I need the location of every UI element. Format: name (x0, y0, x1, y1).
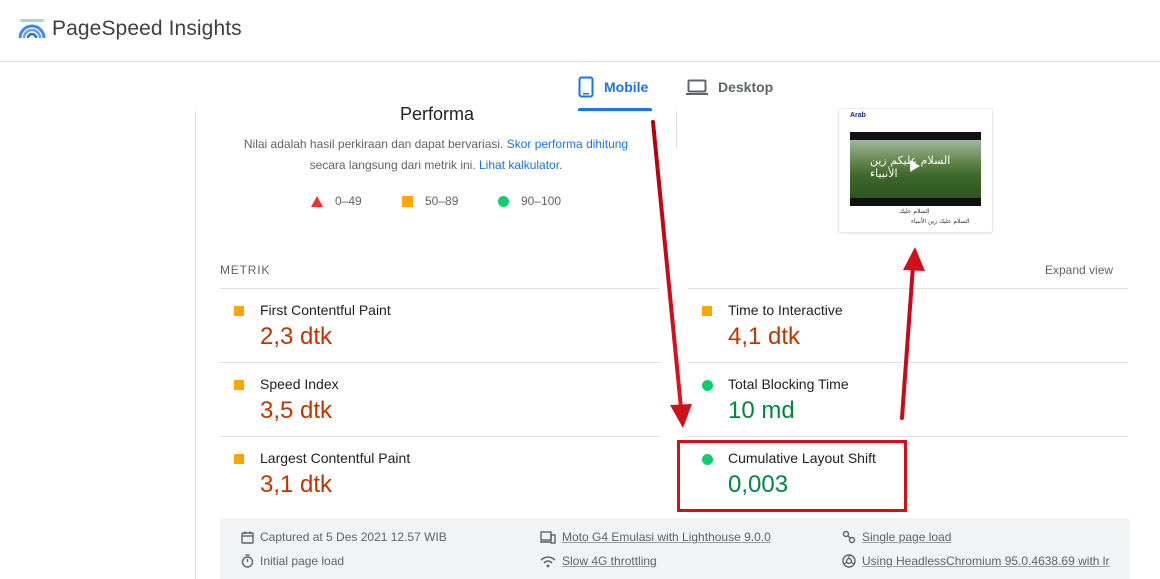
wifi-icon (540, 555, 556, 567)
session-icon (842, 530, 856, 544)
metric-value: 3,5 dtk (260, 397, 333, 424)
timer-icon (241, 554, 254, 568)
score-calculation-link[interactable]: Skor performa dihitung (507, 137, 628, 151)
circle-icon (498, 195, 509, 207)
laptop-icon (686, 79, 708, 96)
app-title: PageSpeed Insights (52, 17, 242, 40)
legend-fail: 0–49 (311, 194, 362, 208)
average-square-icon (234, 454, 244, 464)
pagespeed-logo-icon (18, 19, 46, 39)
expand-view-button[interactable]: Expand view (1045, 263, 1113, 277)
average-square-icon (702, 306, 712, 316)
smartphone-icon (578, 76, 594, 98)
metric-total-blocking-time: Total Blocking Time 10 md (688, 362, 1128, 436)
metric-value: 10 md (728, 397, 795, 424)
device-info[interactable]: Moto G4 Emulasi with Lighthouse 9.0.0 (540, 530, 771, 544)
column-divider (676, 111, 677, 149)
screenshot-caption: السلام عليك (899, 208, 930, 215)
metric-largest-contentful-paint: Largest Contentful Paint 3,1 dtk (220, 436, 660, 510)
metric-value: 2,3 dtk (260, 323, 333, 350)
devices-icon (540, 530, 556, 544)
annotation-highlight-box (677, 440, 907, 512)
final-screenshot: Arab السلام عليكم زين الأنبياء السلام عل… (838, 108, 993, 233)
pass-circle-icon (702, 380, 713, 391)
triangle-icon (311, 195, 323, 207)
square-icon (402, 195, 413, 207)
legend-pass: 90–100 (498, 194, 561, 208)
run-info-panel (220, 518, 1130, 579)
metric-value: 4,1 dtk (728, 323, 801, 350)
metric-name: Total Blocking Time (728, 376, 849, 392)
calendar-icon (241, 531, 254, 544)
legend-average: 50–89 (402, 194, 458, 208)
metric-time-to-interactive: Time to Interactive 4,1 dtk (688, 288, 1128, 362)
tab-desktop-label: Desktop (718, 79, 774, 95)
metric-name: First Contentful Paint (260, 302, 391, 318)
initial-load-info: Initial page load (241, 554, 344, 568)
metric-value: 3,1 dtk (260, 471, 333, 498)
tab-mobile-label: Mobile (604, 79, 649, 95)
screenshot-caption: السلام عليك زين الأنبياء (911, 218, 970, 225)
play-icon (910, 160, 920, 172)
tab-mobile[interactable]: Mobile (578, 63, 648, 111)
average-square-icon (234, 306, 244, 316)
captured-info: Captured at 5 Des 2021 12.57 WIB (241, 530, 447, 544)
metric-first-contentful-paint: First Contentful Paint 2,3 dtk (220, 288, 660, 362)
metrics-heading: METRIK (220, 263, 271, 277)
browser-info[interactable]: Using HeadlessChromium 95.0.4638.69 with… (842, 554, 1109, 568)
chrome-icon (842, 554, 856, 568)
performance-title: Performa (400, 104, 475, 124)
average-square-icon (234, 380, 244, 390)
device-tabs: Mobile Desktop (0, 63, 1160, 111)
screenshot-site-label: Arab (850, 112, 866, 119)
tab-desktop[interactable]: Desktop (686, 63, 773, 111)
metric-name: Largest Contentful Paint (260, 450, 411, 466)
content-border (195, 111, 196, 579)
video-overlay-text: السلام عليكم زين الأنبياء (870, 154, 951, 180)
metric-name: Speed Index (260, 376, 339, 392)
performance-description: Nilai adalah hasil perkiraan dan dapat b… (243, 137, 629, 172)
throttling-info[interactable]: Slow 4G throttling (540, 554, 657, 568)
session-info[interactable]: Single page load (842, 530, 951, 544)
screenshot-video: السلام عليكم زين الأنبياء (850, 132, 981, 206)
metric-name: Time to Interactive (728, 302, 843, 318)
metric-speed-index: Speed Index 3,5 dtk (220, 362, 660, 436)
app-header: PageSpeed Insights (0, 0, 1160, 62)
tab-selected-indicator (578, 108, 652, 111)
calculator-link[interactable]: Lihat kalkulator (479, 158, 559, 172)
